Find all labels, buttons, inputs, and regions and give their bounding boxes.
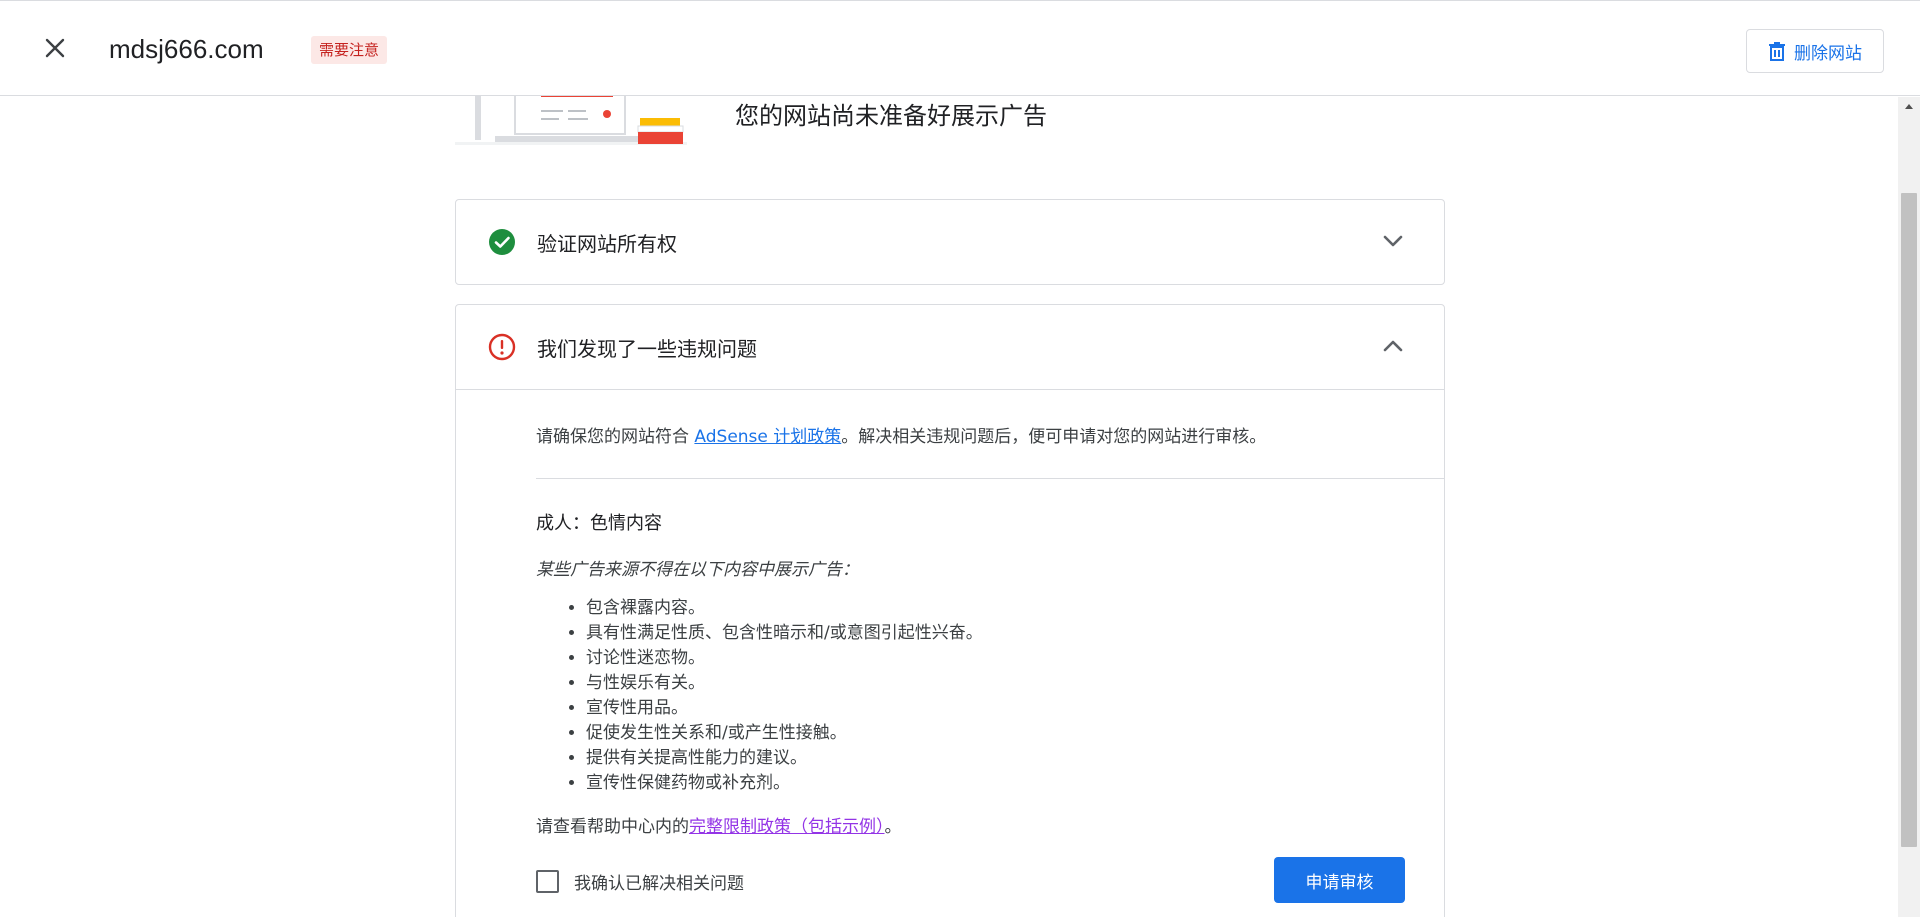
delete-site-label: 删除网站	[1794, 43, 1862, 64]
site-name: mdsj666.com	[109, 34, 264, 64]
policy-issues-header[interactable]: 我们发现了一些违规问题	[456, 305, 1444, 389]
list-item: 具有性满足性质、包含性暗示和/或意图引起性兴奋。	[586, 621, 1444, 646]
verify-ownership-label: 验证网站所有权	[537, 231, 677, 256]
scroll-up-arrow-icon[interactable]	[1898, 97, 1920, 115]
scrollbar-thumb[interactable]	[1901, 193, 1917, 847]
violation-note: 某些广告来源不得在以下内容中展示广告：	[536, 560, 859, 580]
policy-intro: 请确保您的网站符合 AdSense 计划政策。解决相关违规问题后，便可申请对您的…	[536, 390, 1444, 479]
check-circle-icon	[489, 229, 515, 255]
violation-title: 成人：色情内容	[536, 513, 662, 534]
delete-site-button[interactable]: 删除网站	[1746, 29, 1884, 73]
intro-text-before: 请确保您的网站符合	[536, 427, 695, 447]
status-badge: 需要注意	[311, 36, 388, 64]
intro-text-after: 。解决相关违规问题后，便可申请对您的网站进行审核。	[841, 427, 1267, 447]
help-text-before: 请查看帮助中心内的	[536, 817, 689, 837]
list-item: 讨论性迷恋物。	[586, 646, 1444, 671]
confirm-resolved-checkbox[interactable]	[536, 870, 559, 893]
help-center-note: 请查看帮助中心内的完整限制政策（包括示例）。	[536, 812, 1444, 837]
page-title: 您的网站尚未准备好展示广告	[735, 102, 1047, 130]
chevron-down-icon[interactable]	[1380, 228, 1406, 254]
list-item: 促使发生性关系和/或产生性接触。	[586, 721, 1444, 746]
list-item: 宣传性保健药物或补充剂。	[586, 771, 1444, 796]
list-item: 提供有关提高性能力的建议。	[586, 746, 1444, 771]
policy-issues-panel: 我们发现了一些违规问题 请确保您的网站符合 AdSense 计划政策。解决相关违…	[455, 304, 1445, 917]
list-item: 与性娱乐有关。	[586, 671, 1444, 696]
list-item: 宣传性用品。	[586, 696, 1444, 721]
help-text-after: 。	[884, 817, 902, 837]
verify-ownership-panel: 验证网站所有权	[455, 199, 1445, 285]
confirm-resolved-label: 我确认已解决相关问题	[574, 874, 744, 894]
full-policy-link[interactable]: 完整限制政策（包括示例）	[689, 817, 885, 837]
verify-ownership-header[interactable]: 验证网站所有权	[456, 200, 1444, 284]
policy-issues-label: 我们发现了一些违规问题	[537, 336, 757, 361]
page-scrollbar[interactable]	[1898, 97, 1920, 917]
violation-list: 包含裸露内容。 具有性满足性质、包含性暗示和/或意图引起性兴奋。 讨论性迷恋物。…	[586, 596, 1444, 796]
violation-section: 成人：色情内容 某些广告来源不得在以下内容中展示广告： 包含裸露内容。 具有性满…	[536, 479, 1444, 837]
request-review-button[interactable]: 申请审核	[1274, 857, 1405, 903]
error-circle-icon	[488, 333, 516, 361]
trash-icon	[1769, 42, 1785, 61]
site-not-ready-illustration	[455, 90, 687, 145]
close-button[interactable]	[38, 31, 72, 65]
review-actions: 我确认已解决相关问题 申请审核	[456, 853, 1444, 917]
list-item: 包含裸露内容。	[586, 596, 1444, 621]
chevron-up-icon[interactable]	[1380, 333, 1406, 359]
top-app-bar: mdsj666.com 需要注意 删除网站	[0, 0, 1920, 96]
adsense-policy-link[interactable]: AdSense 计划政策	[694, 427, 841, 447]
confirm-resolved-checkbox-row[interactable]: 我确认已解决相关问题	[536, 869, 744, 894]
policy-issues-body: 请确保您的网站符合 AdSense 计划政策。解决相关违规问题后，便可申请对您的…	[456, 389, 1444, 917]
close-icon	[45, 38, 65, 58]
